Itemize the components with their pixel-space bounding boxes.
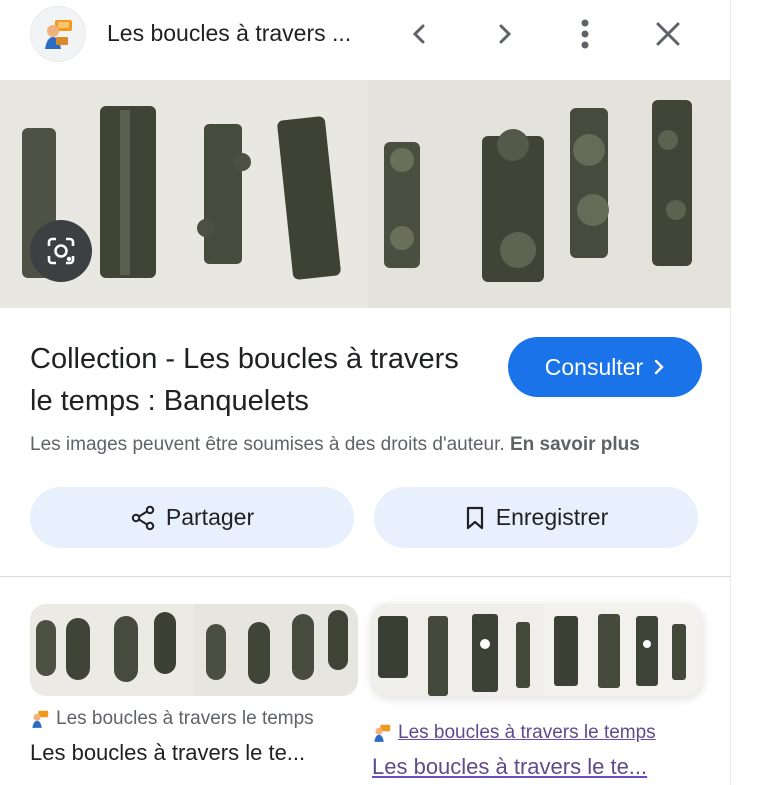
close-icon <box>656 22 680 46</box>
image-viewer-panel: Les boucles à travers ... Collection - L… <box>0 0 731 785</box>
copyright-notice: Les images peuvent être soumises à des d… <box>30 434 640 456</box>
save-label: Enregistrer <box>495 504 609 530</box>
related-photo-1 <box>30 604 358 696</box>
previous-button[interactable] <box>400 14 440 54</box>
save-button[interactable]: Enregistrer <box>374 487 698 548</box>
lens-search-button[interactable] <box>30 220 92 282</box>
visit-button[interactable]: Consulter <box>508 337 702 397</box>
main-image[interactable] <box>0 80 731 308</box>
copyright-text: Les images peuvent être soumises à des d… <box>30 434 505 455</box>
site-favicon <box>30 6 86 62</box>
next-button[interactable] <box>484 14 524 54</box>
viewer-header: Les boucles à travers ... <box>0 0 731 80</box>
share-button[interactable]: Partager <box>30 487 354 548</box>
related-source-label-2: Les boucles à travers le temps <box>398 722 656 743</box>
chevron-right-icon <box>499 24 512 44</box>
google-lens-icon <box>47 237 75 265</box>
related-source-2[interactable]: Les boucles à travers le temps <box>372 722 656 744</box>
learn-more-link[interactable]: En savoir plus <box>510 434 640 455</box>
related-title-1[interactable]: Les boucles à travers le te... <box>30 740 305 766</box>
more-vert-icon <box>581 19 589 49</box>
related-photo-2 <box>372 604 702 696</box>
section-divider <box>0 576 731 577</box>
related-title-2[interactable]: Les boucles à travers le te... <box>372 754 647 780</box>
site-logo-icon <box>374 724 391 742</box>
chevron-right-icon <box>655 359 664 375</box>
related-thumbnail-1[interactable] <box>30 604 358 696</box>
close-button[interactable] <box>648 14 688 54</box>
more-options-button[interactable] <box>565 14 605 54</box>
buckle-photo <box>0 80 731 308</box>
site-logo-icon <box>45 20 72 49</box>
visit-button-label: Consulter <box>544 353 644 380</box>
related-source-1[interactable]: Les boucles à travers le temps <box>30 708 314 730</box>
share-label: Partager <box>165 504 255 530</box>
related-source-label-1: Les boucles à travers le temps <box>56 708 314 729</box>
chevron-left-icon <box>412 24 425 44</box>
site-logo-icon <box>32 710 49 728</box>
image-heading[interactable]: Collection - Les boucles à travers le te… <box>30 338 480 422</box>
bookmark-icon <box>466 506 483 529</box>
share-icon <box>131 505 155 530</box>
page-title[interactable]: Les boucles à travers ... <box>107 20 351 47</box>
related-thumbnail-2[interactable] <box>372 604 702 696</box>
